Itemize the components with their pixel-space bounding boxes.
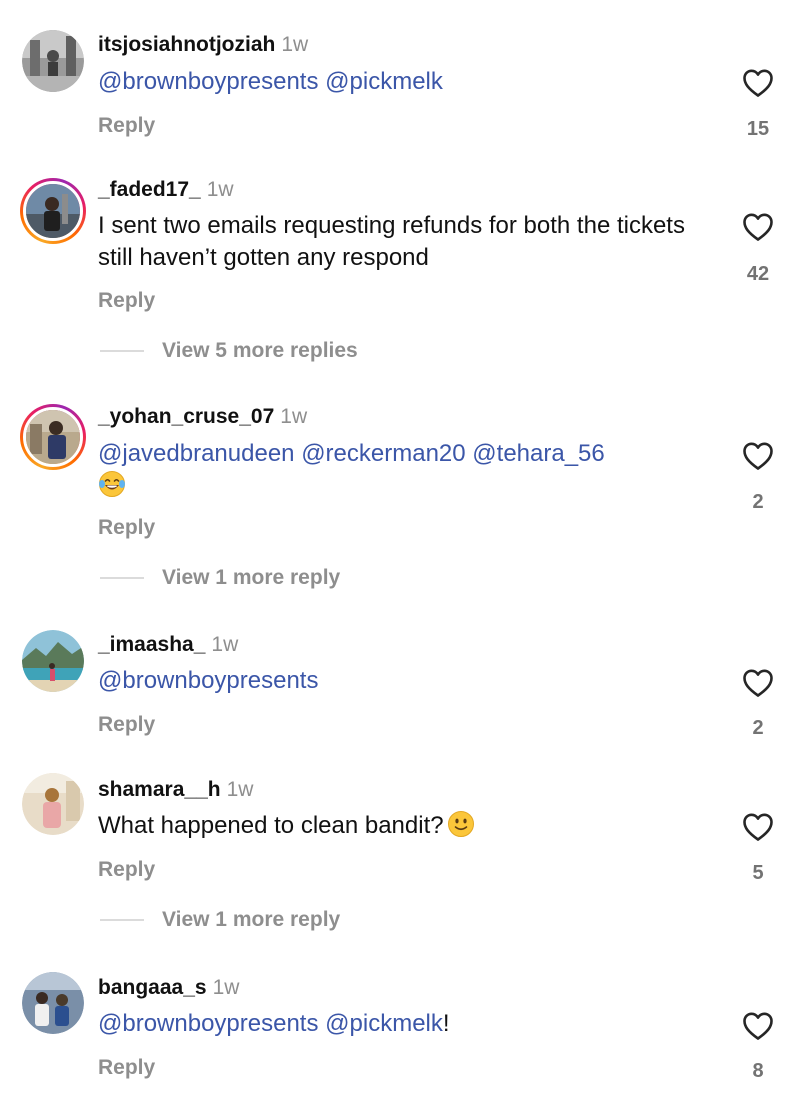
like-count: 5 [752,862,764,884]
avatar[interactable] [20,178,86,244]
reply-button[interactable]: Reply [98,289,155,313]
comment-meta: bangaaa_s 1w [98,976,239,1000]
heart-icon[interactable] [742,441,774,471]
username[interactable]: _imaasha_ [98,633,205,656]
avatar-photo [22,773,84,835]
avatar-photo [26,410,80,464]
mention-link[interactable]: @brownboypresents [98,667,318,694]
avatar-photo [22,630,84,692]
like-count: 42 [746,263,770,285]
like-count: 15 [746,118,770,140]
username[interactable]: shamara__h [98,778,221,801]
mention-link[interactable]: @pickmelk [325,1010,443,1037]
mention-link[interactable]: @reckerman20 [301,440,465,467]
reply-button[interactable]: Reply [98,713,155,737]
divider [100,919,144,921]
timestamp: 1w [226,778,254,801]
timestamp: 1w [280,405,308,428]
avatar[interactable] [22,773,84,835]
view-more-replies-label: View 5 more replies [162,339,358,362]
comment-body: What happened to clean bandit? [98,812,444,839]
view-more-replies-label: View 1 more reply [162,908,341,931]
mention-link[interactable]: @brownboypresents [98,68,318,95]
comment-text: I sent two emails requesting refunds for… [98,212,685,271]
avatar-photo [22,30,84,92]
avatar[interactable] [22,972,84,1034]
mention-link[interactable]: @pickmelk [325,68,443,95]
timestamp: 1w [206,178,234,201]
avatar[interactable] [22,630,84,692]
avatar-photo [22,972,84,1034]
username[interactable]: itsjosiahnotjoziah [98,33,275,56]
reply-button[interactable]: Reply [98,114,155,138]
slight-smile-emoji [447,811,474,837]
view-more-replies[interactable]: View 1 more reply [100,566,340,590]
heart-icon[interactable] [742,68,774,98]
heart-icon[interactable] [742,212,774,242]
like-count: 2 [752,717,764,739]
reply-button[interactable]: Reply [98,516,155,540]
comment-text: @brownboypresents [98,665,718,697]
divider [100,350,144,352]
mention-link[interactable]: @tehara_56 [472,440,604,467]
comment-meta: _faded17_ 1w [98,178,234,202]
comment-text: @javedbranudeen @reckerman20 @tehara_56 [98,438,718,502]
comment-meta: itsjosiahnotjoziah 1w [98,33,308,57]
username[interactable]: _faded17_ [98,178,201,201]
heart-icon[interactable] [742,1011,774,1041]
reply-button[interactable]: Reply [98,858,155,882]
comment-text: @brownboypresents @pickmelk [98,66,718,98]
avatar[interactable] [22,30,84,92]
comment-suffix: ! [442,1010,450,1037]
divider [100,577,144,579]
timestamp: 1w [211,633,239,656]
timestamp: 1w [212,976,240,999]
view-more-replies[interactable]: View 5 more replies [100,339,358,363]
like-count: 8 [752,1060,764,1082]
mention-link[interactable]: @javedbranudeen [98,440,295,467]
comment-meta: _imaasha_ 1w [98,633,238,657]
heart-icon[interactable] [742,668,774,698]
heart-icon[interactable] [742,812,774,842]
laughing-tears-emoji [99,471,125,497]
username[interactable]: bangaaa_s [98,976,207,999]
view-more-replies-label: View 1 more reply [162,566,341,589]
reply-button[interactable]: Reply [98,1056,155,1080]
username[interactable]: _yohan_cruse_07 [98,405,274,428]
view-more-replies[interactable]: View 1 more reply [100,908,340,932]
comment-meta: _yohan_cruse_07 1w [98,405,307,429]
mention-link[interactable]: @brownboypresents [98,1010,318,1037]
timestamp: 1w [281,33,309,56]
comment-text: @brownboypresents @pickmelk! [98,1008,718,1040]
avatar-photo [26,184,80,238]
comment-text: What happened to clean bandit? [98,810,718,842]
comment-meta: shamara__h 1w [98,778,253,802]
like-count: 2 [752,491,764,513]
avatar[interactable] [20,404,86,470]
